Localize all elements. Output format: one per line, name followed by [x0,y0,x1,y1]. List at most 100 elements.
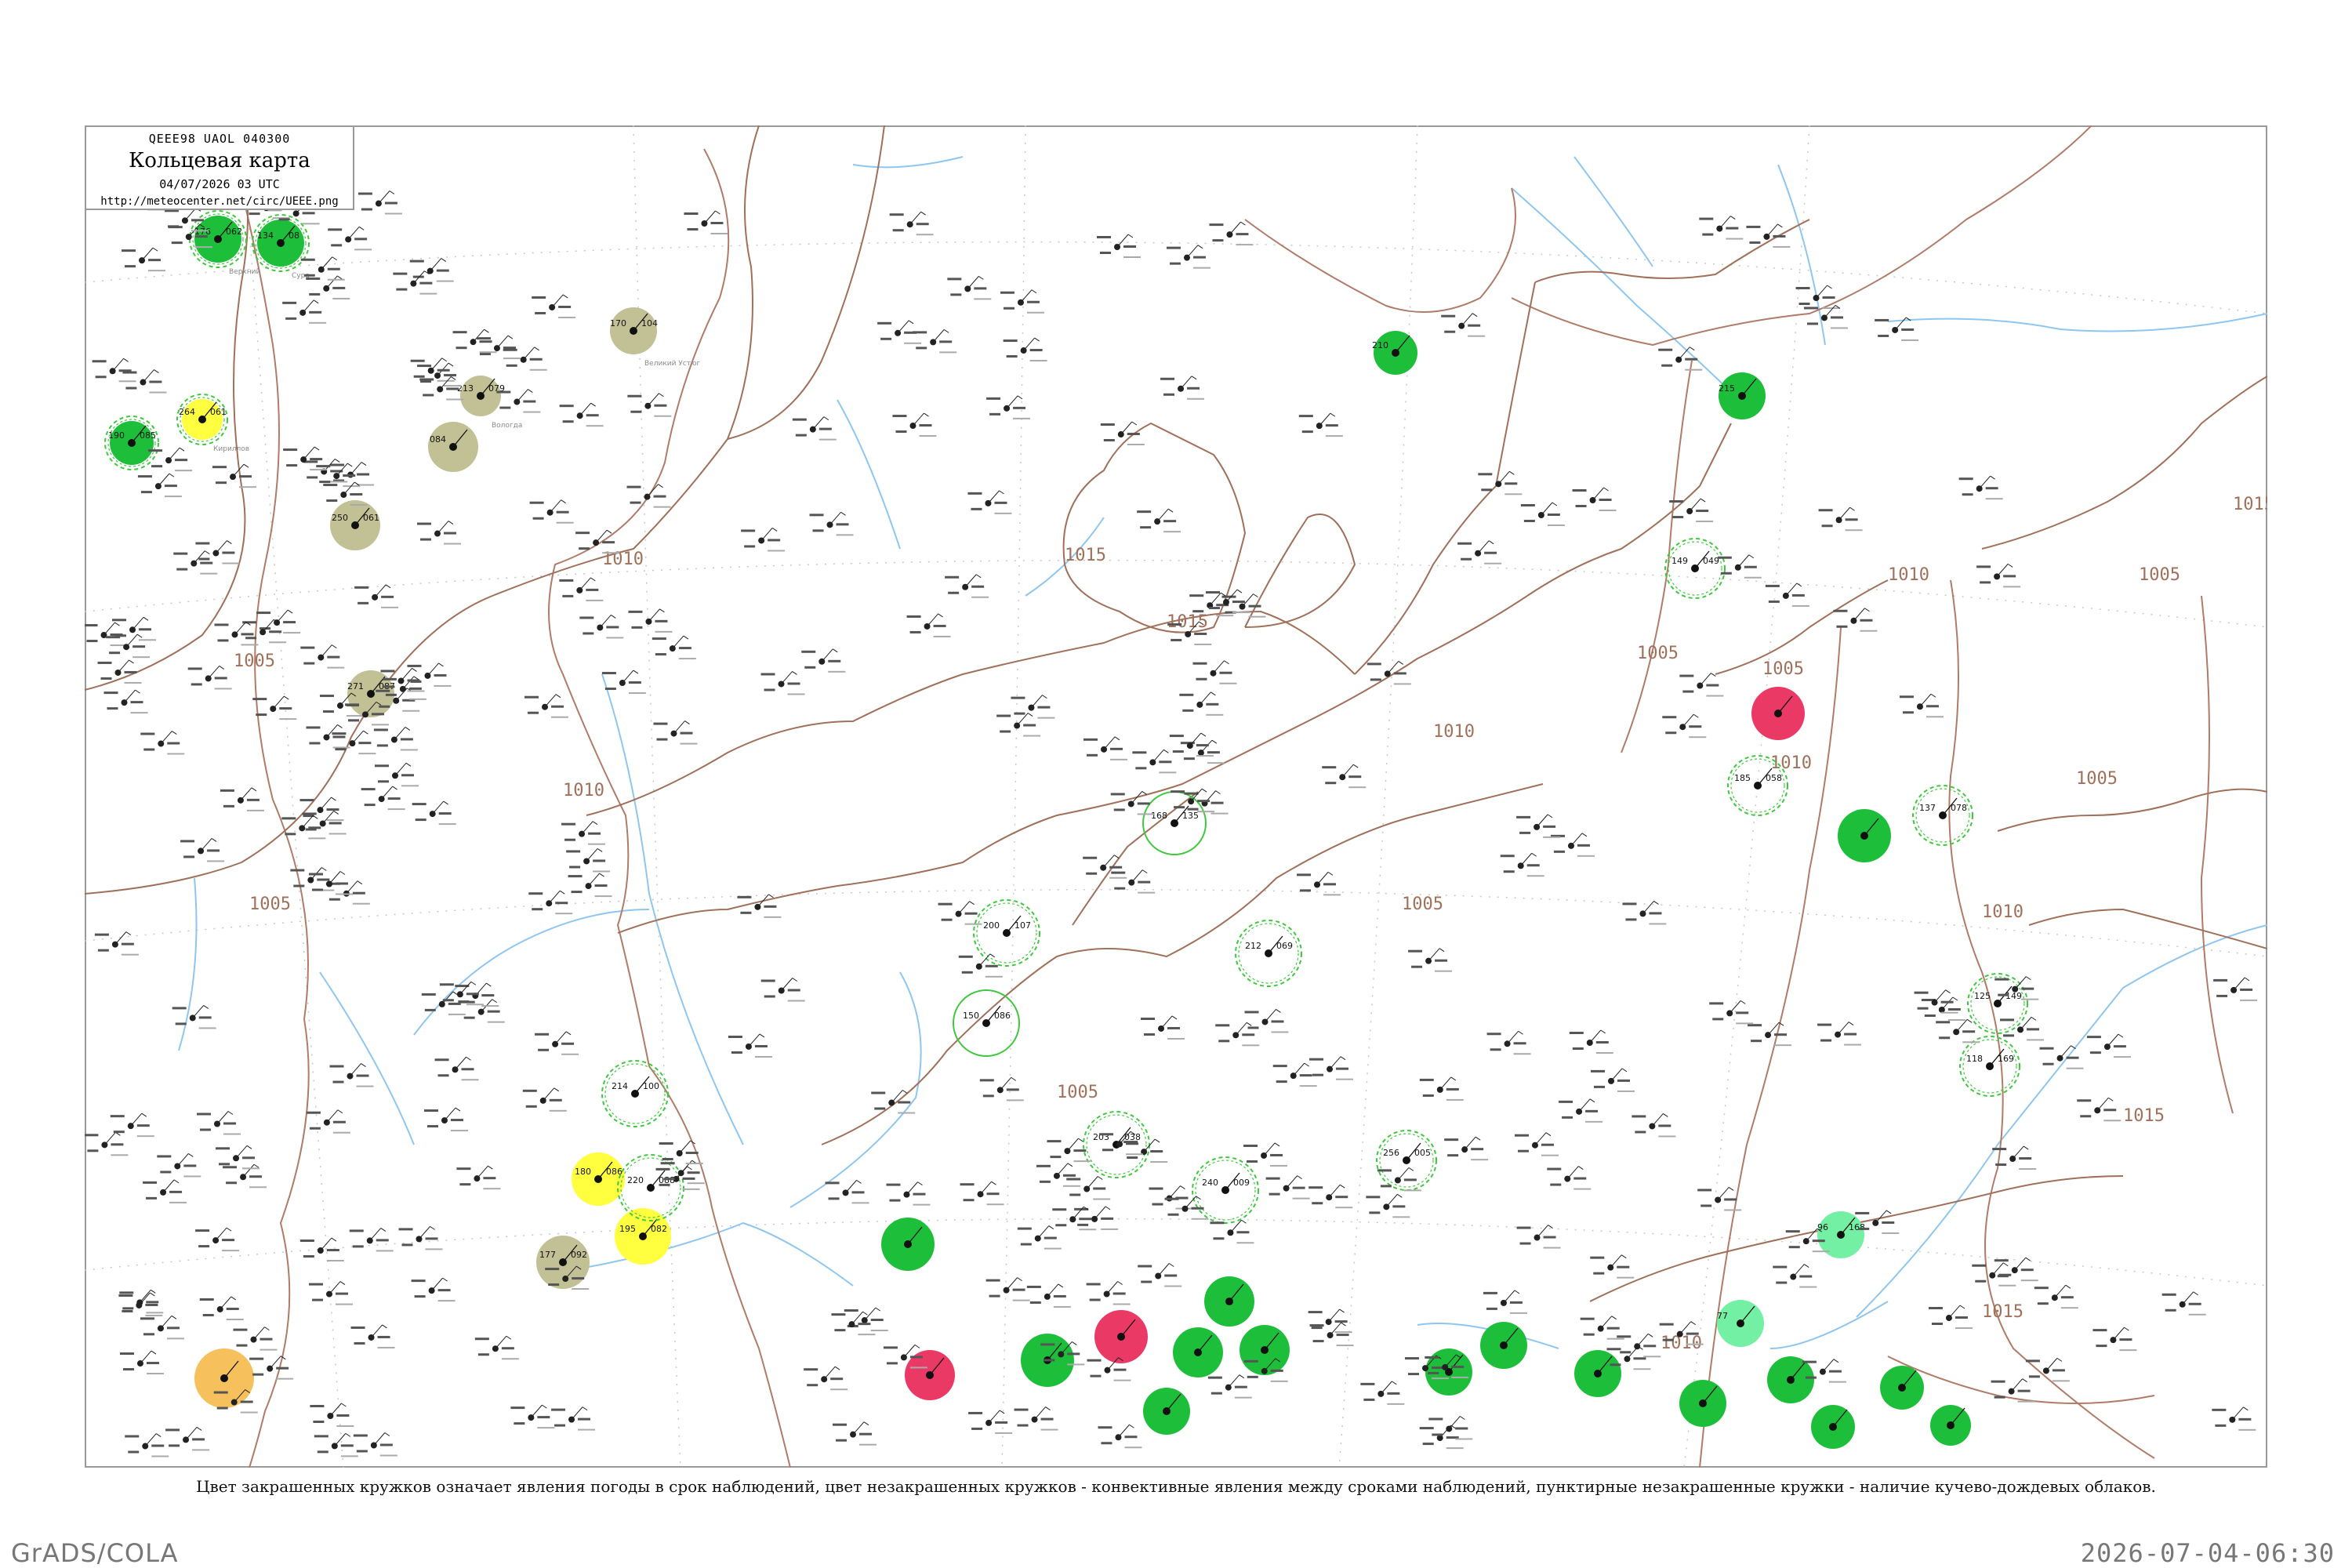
station-temp: 069 [1276,941,1293,951]
wind-flag-icon [875,1307,881,1312]
pressure-glyph [306,277,321,280]
wind-flag-icon [1398,660,1404,665]
tendency-glyph [501,1347,514,1350]
wind-flag-icon [1460,1416,1465,1420]
wind-barb-icon [897,320,909,334]
observation-glyph [398,1225,443,1250]
station-label-glyph [1471,1159,1489,1161]
dewpoint-glyph [256,713,267,717]
wind-flag-icon [455,1107,461,1112]
tendency-glyph [207,849,220,852]
wind-flag-icon [150,1289,156,1294]
station-pressure: 180 [575,1167,591,1177]
station-label-glyph [1577,855,1595,857]
wind-barb-icon [1120,421,1133,435]
pressure-glyph [302,812,317,815]
dewpoint-glyph [1187,808,1199,811]
wind-barb-icon [829,512,841,525]
tendency-glyph [594,884,608,887]
isobar-label: 1015 [2123,1106,2165,1126]
wind-flag-icon [448,521,454,524]
dewpoint-glyph [525,1105,537,1108]
wind-barb-icon [1169,1185,1181,1199]
pressure-glyph [529,501,544,504]
observation-glyph [212,463,256,488]
wind-flag-icon [534,347,539,351]
tendency-glyph [1606,1327,1620,1330]
dewpoint-glyph [663,1178,675,1181]
observation-glyph [1308,1308,1352,1334]
tendency-glyph [710,221,724,224]
pressure-glyph [1572,488,1587,492]
wind-flag-icon [219,666,224,670]
pressure-glyph [1297,873,1312,877]
station-label-glyph [602,552,620,554]
dewpoint-glyph [1174,806,1185,809]
tendency-glyph [654,404,667,407]
station-label-glyph [437,379,455,382]
wind-barb-icon [160,731,172,744]
station-pressure: 213 [457,383,474,394]
tendency-glyph [340,1444,354,1447]
tendency-glyph [450,1119,463,1122]
station-label-glyph [402,710,420,712]
wind-barb-icon [1186,245,1199,258]
station-label-glyph [1271,1031,1289,1033]
wind-barb-icon [2107,1033,2119,1047]
tendency-glyph [1509,1301,1523,1304]
station-temp: 062 [226,227,242,237]
observation-glyph [122,247,166,272]
station-label-glyph [2017,1400,2035,1403]
tendency-glyph [1947,1007,1961,1011]
station-label-glyph [787,1000,805,1002]
dewpoint-glyph [1447,1154,1459,1157]
dewpoint-glyph [1610,1363,1621,1367]
station-label-glyph [151,1455,169,1457]
wind-flag-icon [152,247,158,252]
dewpoint-glyph [245,637,257,640]
tendency-glyph [919,424,932,427]
station-label-glyph [1113,1379,1131,1381]
wind-flag-icon [358,226,365,230]
observation-glyph [1547,1166,1592,1190]
pressure-glyph [2077,1099,2092,1102]
wind-flag-icon [336,275,343,280]
dewpoint-glyph [889,1199,901,1202]
pressure-glyph [1408,949,1423,953]
station-marker [1574,1350,1621,1397]
dewpoint-glyph [1218,1040,1230,1043]
pressure-glyph [1817,1023,1832,1026]
dewpoint-glyph [1519,1242,1531,1245]
tendency-glyph [2240,988,2253,991]
dewpoint-glyph [554,1424,566,1427]
tendency-glyph [1955,1316,1968,1319]
pressure-glyph [300,258,315,261]
observation-glyph [510,1404,555,1429]
dewpoint-glyph [379,705,390,708]
dewpoint-glyph [583,632,594,635]
wind-barb-icon [477,1165,488,1179]
tendency-glyph [121,942,134,946]
pressure-glyph [1221,595,1236,598]
pressure-glyph [376,689,390,692]
tendency-glyph [1112,1292,1126,1295]
wind-flag-icon [1017,1277,1022,1282]
observation-glyph [913,328,957,354]
station-label-glyph [594,895,612,898]
pressure-glyph [1617,1335,1632,1338]
tendency-glyph [1248,604,1261,608]
wind-flag-icon [1990,475,1995,480]
dewpoint-glyph [941,918,953,921]
wind-flag-icon [1017,395,1023,400]
wind-barb-icon [216,540,227,554]
pressure-glyph [410,359,425,362]
pressure-glyph [1360,1382,1375,1385]
pressure-glyph [1928,1307,1943,1310]
tendency-glyph [971,585,985,588]
station-name: Великий Устюг [644,360,701,368]
tendency-glyph [870,1319,884,1322]
pressure-glyph [889,213,904,216]
tendency-glyph [1791,593,1805,597]
station-label-glyph [1323,894,1341,896]
observation-glyph [85,622,128,647]
